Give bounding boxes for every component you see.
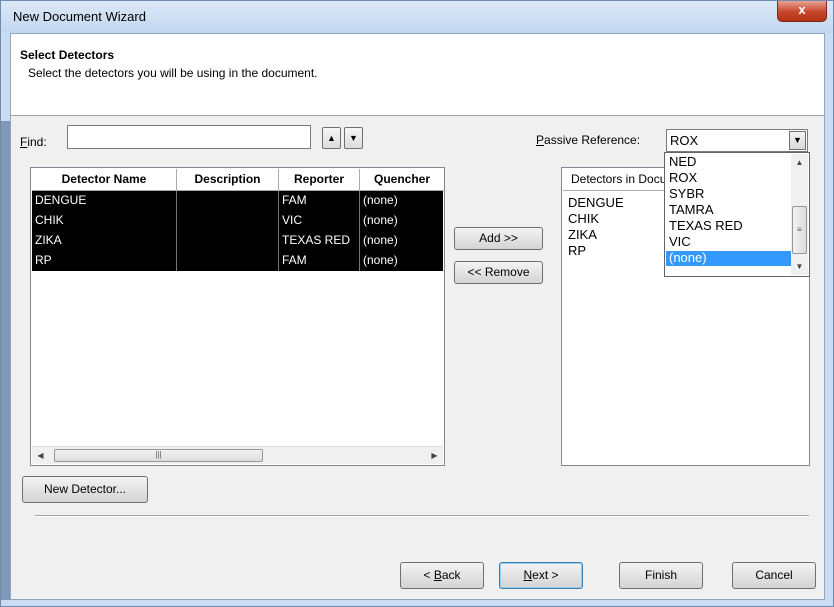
passive-reference-select[interactable]: ROX ▼ [666, 129, 808, 152]
dropdown-option-selected[interactable]: (none) [666, 251, 791, 266]
next-text: ext > [532, 568, 559, 582]
close-icon: x [798, 2, 806, 17]
column-header-quencher[interactable]: Quencher [360, 169, 444, 191]
list-item[interactable]: DENGUE [568, 195, 624, 211]
column-header-detector-name[interactable]: Detector Name [32, 169, 177, 191]
cell-reporter: TEXAS RED [279, 231, 360, 251]
list-item[interactable]: CHIK [568, 211, 599, 227]
scroll-thumb[interactable]: ≡ [792, 206, 807, 254]
cell-description [177, 211, 279, 231]
cell-quencher: (none) [363, 253, 398, 267]
new-detector-button[interactable]: New Detector... [22, 476, 148, 503]
dropdown-option[interactable]: TAMRA [666, 203, 791, 218]
find-input[interactable] [67, 125, 311, 149]
passive-reference-label-text: assive Reference: [544, 133, 641, 147]
column-header-reporter[interactable]: Reporter [279, 169, 360, 191]
cancel-button[interactable]: Cancel [732, 562, 816, 589]
cell-detector-name: DENGUE [32, 191, 177, 211]
scroll-up-icon[interactable]: ▲ [791, 154, 808, 171]
cell-reporter: FAM [279, 251, 360, 271]
passive-reference-value: ROX [670, 133, 699, 148]
add-button[interactable]: Add >> [454, 227, 543, 250]
finish-button[interactable]: Finish [619, 562, 703, 589]
cell-description [177, 231, 279, 251]
find-up-button[interactable]: ▲ [322, 127, 341, 149]
remove-button[interactable]: << Remove [454, 261, 543, 284]
cell-description [177, 251, 279, 271]
cell-quencher: (none) [363, 193, 398, 207]
table-row[interactable]: DENGUE FAM (none) [32, 191, 443, 211]
cell-description [177, 191, 279, 211]
arrow-up-icon: ▲ [327, 133, 336, 143]
dropdown-option[interactable]: VIC [666, 235, 791, 250]
wizard-header: Select Detectors Select the detectors yo… [11, 34, 824, 116]
scroll-left-icon[interactable]: ◀ [32, 447, 49, 464]
back-button[interactable]: < Back [400, 562, 484, 589]
back-accel: B [433, 568, 442, 582]
window-title: New Document Wizard [13, 9, 146, 24]
cell-detector-name: ZIKA [32, 231, 177, 251]
cell-reporter: VIC [279, 211, 360, 231]
list-item[interactable]: RP [568, 243, 586, 259]
close-button[interactable]: x [777, 1, 827, 22]
next-accel: N [523, 568, 533, 582]
scroll-thumb[interactable]: ||| [54, 449, 263, 462]
cell-reporter: FAM [279, 191, 360, 211]
find-down-button[interactable]: ▼ [344, 127, 363, 149]
title-bar: New Document Wizard x [1, 1, 833, 33]
find-label-text: ind: [27, 135, 47, 149]
table-row[interactable]: RP FAM (none) [32, 251, 443, 271]
divider [35, 515, 809, 517]
list-item[interactable]: ZIKA [568, 227, 597, 243]
wizard-body: Select Detectors Select the detectors yo… [10, 33, 825, 600]
passive-reference-accel: P [536, 133, 545, 147]
dropdown-option[interactable]: SYBR [666, 187, 791, 202]
cell-quencher: (none) [363, 213, 398, 227]
detector-table: Detector Name Description Reporter Quenc… [30, 167, 445, 466]
table-horizontal-scrollbar[interactable]: ◀ ||| ▶ [32, 446, 443, 464]
chevron-down-icon[interactable]: ▼ [789, 131, 806, 150]
back-text: ack [441, 568, 461, 582]
next-button[interactable]: Next > [499, 562, 583, 589]
back-prefix: < [423, 568, 434, 582]
wizard-window: New Document Wizard x Select Detectors S… [0, 0, 834, 607]
dropdown-option[interactable]: NED [666, 155, 791, 170]
cell-detector-name: CHIK [32, 211, 177, 231]
passive-reference-label: Passive Reference: [536, 133, 640, 147]
passive-reference-dropdown: NED ROX SYBR TAMRA TEXAS RED VIC (none) … [664, 152, 810, 277]
table-row[interactable]: CHIK VIC (none) [32, 211, 443, 231]
find-label: Find: [20, 135, 47, 149]
dropdown-option[interactable]: ROX [666, 171, 791, 186]
scroll-down-icon[interactable]: ▼ [791, 258, 808, 275]
page-subtitle: Select the detectors you will be using i… [28, 66, 318, 80]
arrow-down-icon: ▼ [349, 133, 358, 143]
cell-quencher: (none) [363, 233, 398, 247]
cell-detector-name: RP [32, 251, 177, 271]
dropdown-vertical-scrollbar[interactable]: ▲ ≡ ▼ [791, 154, 808, 275]
dropdown-option[interactable]: TEXAS RED [666, 219, 791, 234]
page-title: Select Detectors [20, 48, 115, 62]
column-header-description[interactable]: Description [177, 169, 279, 191]
table-row[interactable]: ZIKA TEXAS RED (none) [32, 231, 443, 251]
window-edge [1, 121, 10, 600]
scroll-right-icon[interactable]: ▶ [426, 447, 443, 464]
